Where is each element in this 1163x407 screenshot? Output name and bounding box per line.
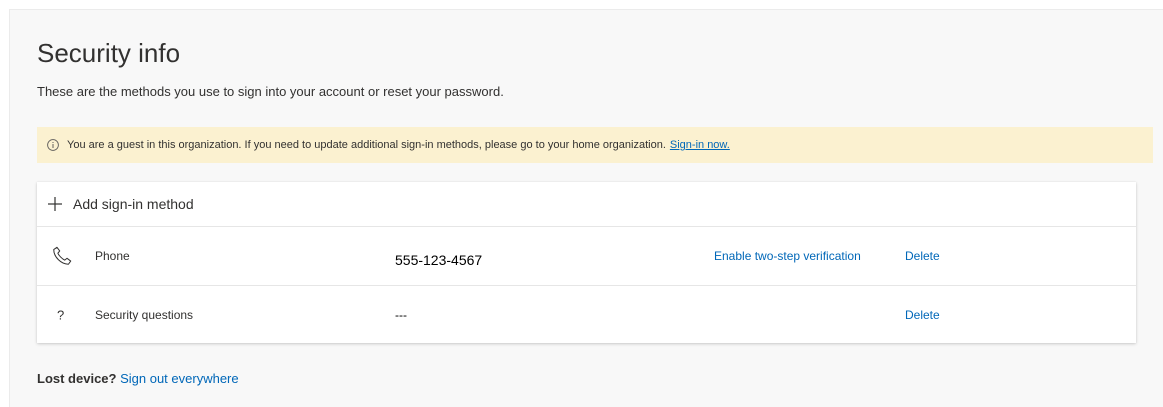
method-value: 555-123-4567 [395, 252, 483, 268]
add-sign-in-method-button[interactable]: Add sign-in method [37, 182, 1136, 227]
sign-out-everywhere-link[interactable]: Sign out everywhere [120, 371, 239, 386]
page-title: Security info [37, 38, 181, 68]
security-info-page: Security info These are the methods you … [9, 9, 1163, 407]
banner-message: You are a guest in this organization. If… [67, 139, 666, 151]
enable-two-step-verification-link[interactable]: Enable two-step verification [714, 249, 861, 263]
lost-device-label: Lost device? [37, 371, 117, 386]
plus-icon [48, 197, 62, 211]
guest-warning-banner: You are a guest in this organization. If… [37, 127, 1153, 163]
method-row-phone: Phone 555-123-4567 Enable two-step verif… [37, 227, 1136, 286]
methods-card: Add sign-in method Phone 555-123-4567 En… [37, 182, 1136, 343]
page-subtitle: These are the methods you use to sign in… [37, 84, 504, 99]
method-name: Security questions [95, 307, 194, 322]
question-mark-icon: ? [57, 307, 65, 322]
sign-in-now-link[interactable]: Sign-in now. [670, 139, 730, 151]
method-row-security-questions: ? Security questions --- Delete [37, 286, 1136, 343]
info-icon [47, 139, 59, 151]
phone-icon [53, 246, 72, 265]
delete-security-questions-link[interactable]: Delete [905, 308, 940, 322]
method-value: --- [395, 307, 407, 322]
delete-phone-link[interactable]: Delete [905, 249, 940, 263]
add-sign-in-method-label: Add sign-in method [73, 196, 194, 212]
lost-device-footer: Lost device? Sign out everywhere [37, 371, 239, 386]
method-name: Phone [95, 249, 130, 263]
